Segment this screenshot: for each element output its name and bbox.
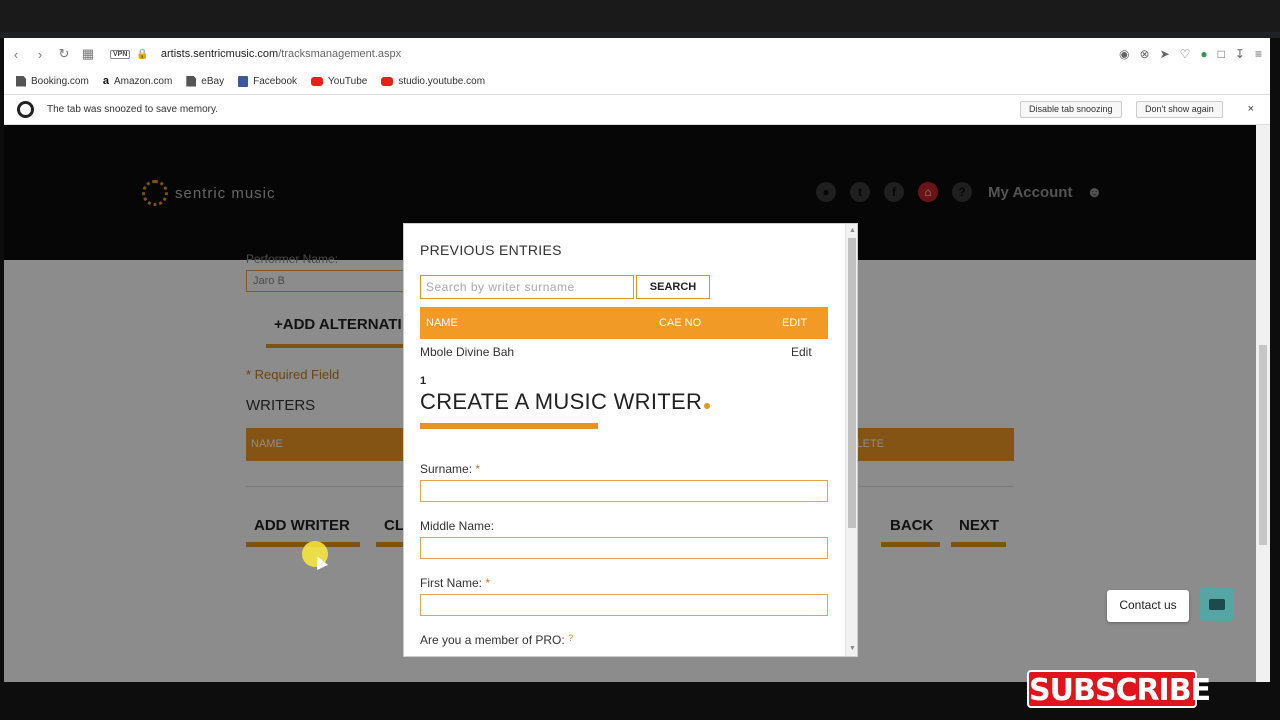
title-underline (420, 423, 598, 429)
page-scrollbar[interactable] (1256, 125, 1270, 682)
page-icon (186, 75, 197, 87)
close-icon[interactable]: × (1248, 103, 1254, 115)
bookmark-youtube[interactable]: YouTube (311, 76, 367, 87)
bookmark-label: Facebook (253, 75, 298, 87)
chat-button[interactable] (1200, 587, 1234, 621)
menu-icon[interactable]: ≡ (1255, 47, 1262, 61)
chat-icon (1209, 598, 1225, 610)
url-path: /tracksmanagement.aspx (278, 48, 402, 60)
create-writer-title: CREATE A MUSIC WRITER (420, 389, 711, 415)
bookmark-ebay[interactable]: eBay (186, 75, 225, 87)
bookmark-label: studio.youtube.com (398, 75, 486, 87)
surname-label: Surname: * (420, 462, 480, 476)
writer-name-cell: Mbole Divine Bah (420, 345, 515, 359)
bookmark-amazon[interactable]: a Amazon.com (103, 75, 172, 87)
speed-dial-icon[interactable]: ▦ (76, 46, 100, 62)
col-cae-no: CAE NO (659, 317, 702, 329)
tab-strip (0, 0, 1280, 38)
bookmark-studio-youtube[interactable]: studio.youtube.com (381, 76, 485, 87)
dont-show-again-button[interactable]: Don't show again (1136, 101, 1223, 118)
back-icon[interactable]: ‹ (4, 47, 28, 62)
vpn-badge[interactable]: VPN (110, 49, 131, 59)
edit-link[interactable]: Edit (791, 345, 812, 359)
writer-modal: PREVIOUS ENTRIES Search by writer surnam… (403, 223, 858, 657)
amazon-icon: a (102, 75, 109, 87)
middle-name-label: Middle Name: (420, 519, 495, 533)
col-edit: EDIT (782, 317, 808, 329)
previous-entries-title: PREVIOUS ENTRIES (420, 242, 562, 258)
snooze-message: The tab was snoozed to save memory. (47, 104, 219, 115)
pro-member-label: Are you a member of PRO: ? (420, 633, 573, 647)
snooze-infobar: The tab was snoozed to save memory. Disa… (4, 94, 1270, 125)
middle-name-field[interactable] (420, 537, 828, 559)
bookmark-facebook[interactable]: Facebook (238, 75, 298, 87)
reload-icon[interactable]: ↻ (52, 46, 76, 62)
heart-icon[interactable]: ♡ (1180, 47, 1191, 61)
required-mark: * (485, 576, 491, 590)
disable-snoozing-button[interactable]: Disable tab snoozing (1020, 101, 1122, 118)
extension-icon[interactable]: ● (1200, 47, 1207, 61)
previous-entries-header: NAME CAE NO EDIT (420, 307, 828, 339)
writer-search-input[interactable]: Search by writer surname (420, 275, 634, 299)
scroll-up-icon[interactable]: ▲ (849, 227, 856, 234)
scroll-thumb[interactable] (848, 238, 856, 528)
camera-icon[interactable]: ◉ (1119, 47, 1129, 61)
modal-scrollbar[interactable]: ▲ ▼ (845, 224, 857, 656)
screen: ‹ › ↻ ▦ VPN 🔒 artists.sentricmusic.com/t… (0, 0, 1280, 720)
search-button[interactable]: SEARCH (636, 275, 710, 299)
pro-member-label-text: Are you a member of PRO: (420, 633, 565, 647)
title-dot (704, 403, 711, 409)
help-icon[interactable]: ? (568, 633, 573, 643)
bookmark-label: eBay (201, 75, 225, 87)
scroll-down-icon[interactable]: ▼ (849, 645, 856, 652)
surname-label-text: Surname: (420, 462, 473, 476)
cube-icon[interactable]: □ (1218, 47, 1225, 61)
url-field[interactable]: artists.sentricmusic.com/tracksmanagemen… (161, 48, 401, 60)
bookmark-label: YouTube (328, 75, 368, 87)
required-mark: * (475, 462, 481, 476)
surname-field[interactable] (420, 480, 828, 502)
subscribe-overlay: SUBSCRIBE (1027, 670, 1211, 708)
first-name-label-text: First Name: (420, 576, 483, 590)
web-page: sentric music ● t f ⌂ ? My Account ☻ Per… (4, 125, 1256, 682)
url-domain: artists.sentricmusic.com (160, 48, 279, 60)
address-bar: ‹ › ↻ ▦ VPN 🔒 artists.sentricmusic.com/t… (4, 38, 1270, 70)
create-writer-title-text: CREATE A MUSIC WRITER (420, 389, 703, 414)
bookmark-label: Booking.com (31, 75, 89, 87)
block-icon[interactable]: ⊗ (1140, 47, 1150, 61)
bookmark-label: Amazon.com (113, 75, 173, 87)
col-name: NAME (426, 317, 458, 329)
download-icon[interactable]: ↧ (1235, 47, 1245, 61)
bookmark-booking[interactable]: Booking.com (16, 75, 89, 87)
browser-window: ‹ › ↻ ▦ VPN 🔒 artists.sentricmusic.com/t… (4, 38, 1270, 682)
send-icon[interactable]: ➤ (1160, 47, 1170, 61)
facebook-icon (238, 75, 249, 87)
address-bar-tools: ◉ ⊗ ➤ ♡ ● □ ↧ ≡ (1119, 47, 1262, 61)
page-icon (16, 75, 26, 87)
opera-logo-icon (17, 101, 34, 118)
page-number[interactable]: 1 (420, 375, 426, 387)
lock-icon[interactable]: 🔒 (136, 49, 148, 60)
first-name-field[interactable] (420, 594, 828, 616)
bookmarks-bar: Booking.com a Amazon.com eBay Facebook Yo… (4, 70, 1270, 92)
forward-icon[interactable]: › (28, 47, 52, 62)
youtube-icon (381, 76, 394, 86)
contact-us-button[interactable]: Contact us (1107, 590, 1189, 622)
page-scroll-thumb[interactable] (1259, 345, 1267, 545)
first-name-label: First Name: * (420, 576, 490, 590)
youtube-icon (311, 76, 324, 86)
